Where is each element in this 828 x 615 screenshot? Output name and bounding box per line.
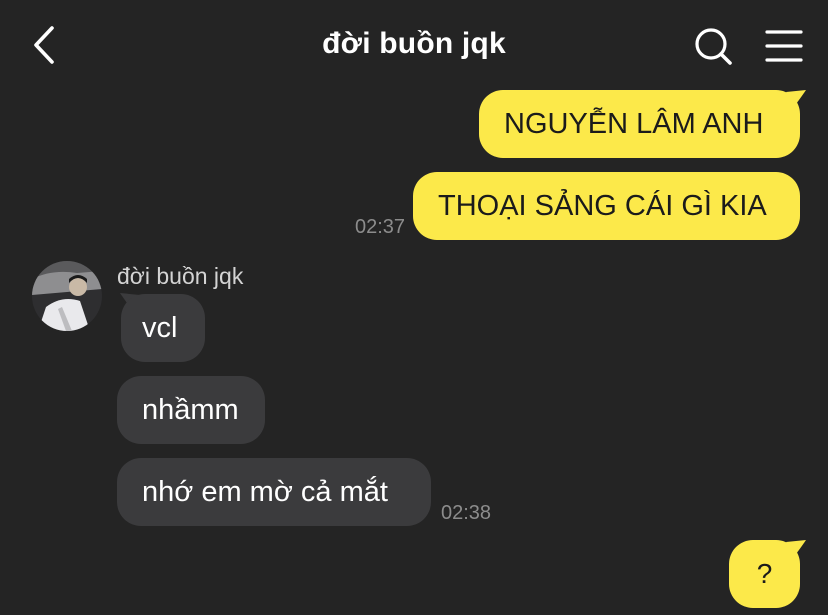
search-button[interactable]: [690, 24, 736, 68]
message-timestamp: 02:37: [355, 216, 406, 238]
outgoing-message-bubble[interactable]: THOẠI SẢNG CÁI GÌ KIA: [413, 172, 800, 240]
incoming-message-bubble[interactable]: vcl: [121, 294, 205, 362]
message-timestamp: 02:38: [441, 502, 492, 524]
incoming-message-bubble[interactable]: nhớ em mờ cả mắt: [117, 458, 431, 526]
incoming-message-bubble[interactable]: nhầmm: [117, 376, 265, 444]
message-text: THOẠI SẢNG CÁI GÌ KIA: [438, 189, 767, 222]
message-text: nhầmm: [142, 393, 239, 426]
sender-name: đời buồn jqk: [117, 263, 244, 289]
contact-avatar[interactable]: [32, 261, 102, 331]
hamburger-menu-icon: [765, 30, 803, 62]
outgoing-message-bubble[interactable]: NGUYỄN LÂM ANH: [479, 90, 800, 158]
menu-button[interactable]: [764, 28, 804, 64]
message-text: vcl: [142, 311, 178, 344]
chat-header: đời buồn jqk: [0, 0, 828, 90]
avatar-photo: [32, 261, 102, 331]
search-icon: [695, 28, 732, 65]
message-text: NGUYỄN LÂM ANH: [504, 107, 764, 140]
message-text: nhớ em mờ cả mắt: [142, 475, 388, 508]
message-text: ?: [756, 558, 773, 589]
outgoing-message-bubble[interactable]: ?: [729, 540, 800, 608]
